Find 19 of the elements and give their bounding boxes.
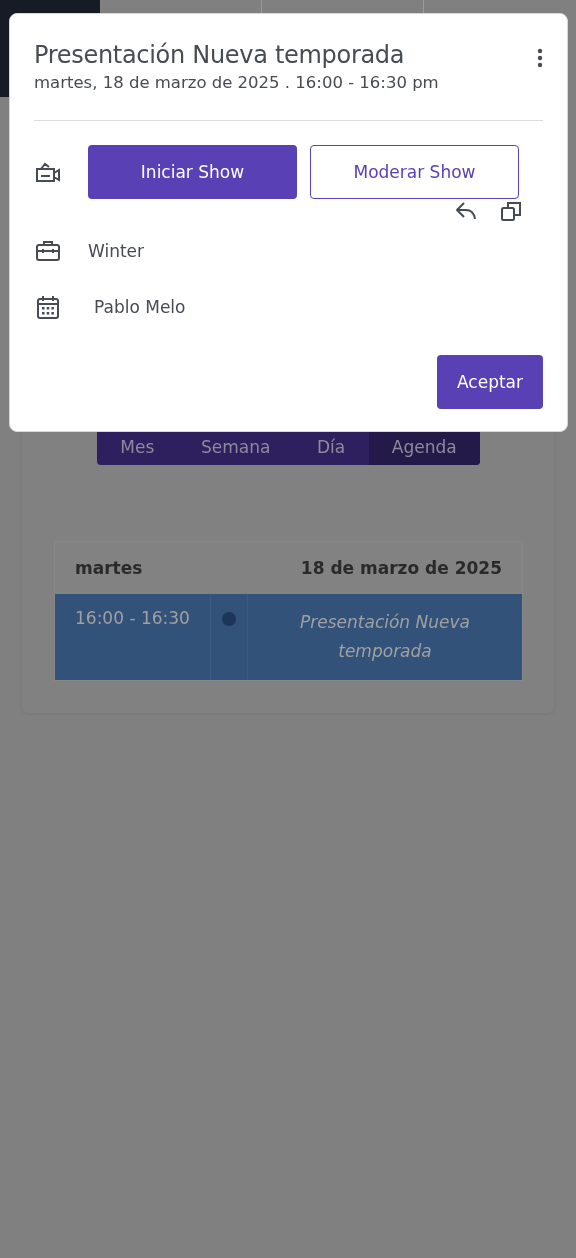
event-title[interactable]: Presentación Nueva temporada [248,594,522,680]
reply-icon[interactable] [455,201,477,221]
day-heading: martes [75,558,143,578]
detail-text: Pablo Melo [94,297,186,317]
start-show-button[interactable]: Iniciar Show [88,145,297,199]
calendar-icon [34,293,62,321]
date-heading: 18 de marzo de 2025 [300,558,502,578]
event-title: Presentación Nueva temporada [34,40,405,69]
time-cell: 16:00 - 16:30 [55,594,211,680]
event-dot [222,612,236,626]
view-tab[interactable]: Mes [97,412,178,465]
moderate-show-button[interactable]: Moderar Show [310,145,519,199]
view-tab[interactable]: Día [293,412,369,465]
copy-icon[interactable] [501,201,521,221]
detail-text: Winter [88,241,145,261]
view-tab[interactable]: Semana [177,412,294,465]
accept-button[interactable]: Aceptar [437,355,543,409]
more-icon[interactable] [537,48,543,68]
event-datetime: martes, 18 de marzo de 2025 . 16:00 - 16:30 pm [34,73,440,92]
